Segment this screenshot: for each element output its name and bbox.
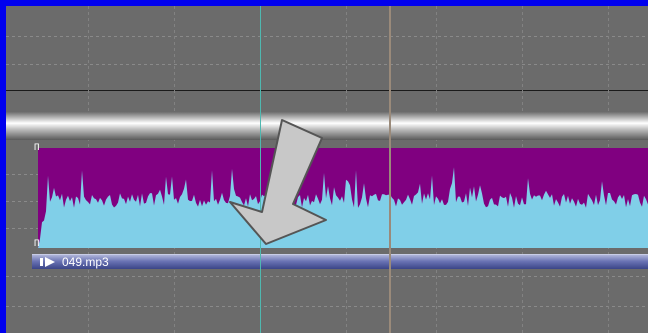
audio-clip[interactable] <box>38 148 648 248</box>
grid-line <box>6 36 648 37</box>
clip-title-bar[interactable]: 049.mp3 <box>32 254 648 269</box>
grid-line <box>6 64 648 65</box>
play-icon[interactable] <box>40 257 56 267</box>
down-arrow-icon <box>229 119 327 245</box>
track-separator <box>6 90 648 91</box>
waveform-shape <box>38 167 648 248</box>
timeline-area[interactable]: Π Π 049.mp3 <box>6 6 648 333</box>
grid-line <box>6 276 648 277</box>
grid-line <box>6 306 648 307</box>
clip-end-handle[interactable]: Π <box>34 240 44 249</box>
clip-start-handle[interactable]: Π <box>34 144 44 153</box>
clip-name: 049.mp3 <box>62 255 109 269</box>
position-marker[interactable] <box>389 6 391 333</box>
timeline-window: Π Π 049.mp3 <box>0 0 648 333</box>
audio-waveform <box>38 167 648 248</box>
